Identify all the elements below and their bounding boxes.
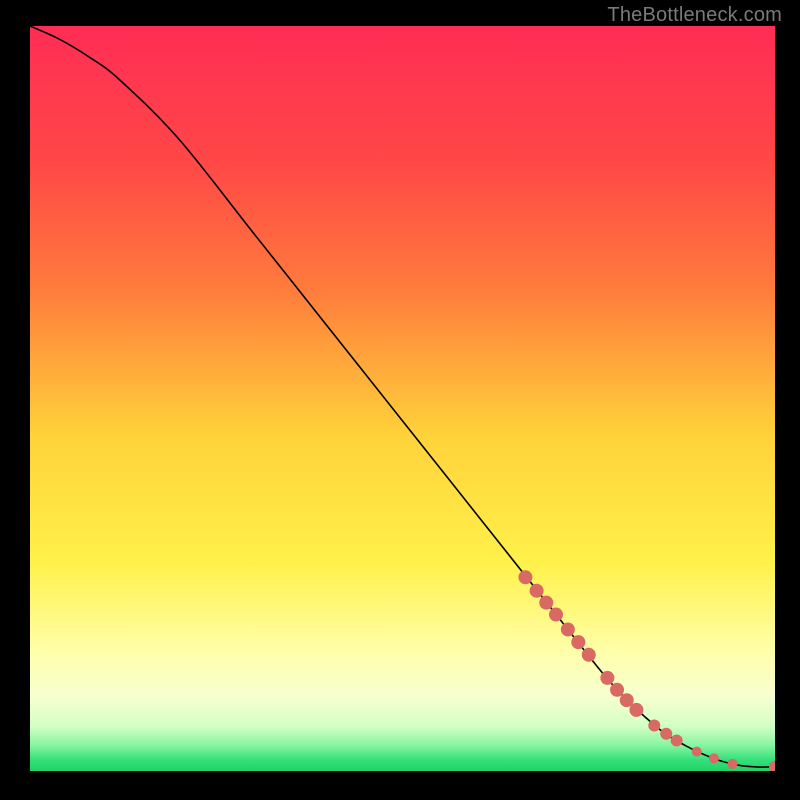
data-point [582, 648, 596, 662]
chart-svg [30, 26, 775, 771]
data-point [709, 753, 719, 763]
data-point [600, 671, 614, 685]
chart-stage: TheBottleneck.com [0, 0, 800, 800]
data-point [571, 635, 585, 649]
data-point [728, 759, 738, 769]
data-point [539, 596, 553, 610]
data-point [671, 734, 683, 746]
data-point [629, 703, 643, 717]
data-point [530, 584, 544, 598]
data-point [692, 747, 702, 757]
data-point [660, 728, 672, 740]
data-point [648, 720, 660, 732]
data-point [561, 622, 575, 636]
gradient-background [30, 26, 775, 771]
data-point [610, 683, 624, 697]
watermark-text: TheBottleneck.com [607, 4, 782, 27]
chart-plot-area [30, 26, 775, 771]
data-point [518, 570, 532, 584]
data-point [549, 608, 563, 622]
